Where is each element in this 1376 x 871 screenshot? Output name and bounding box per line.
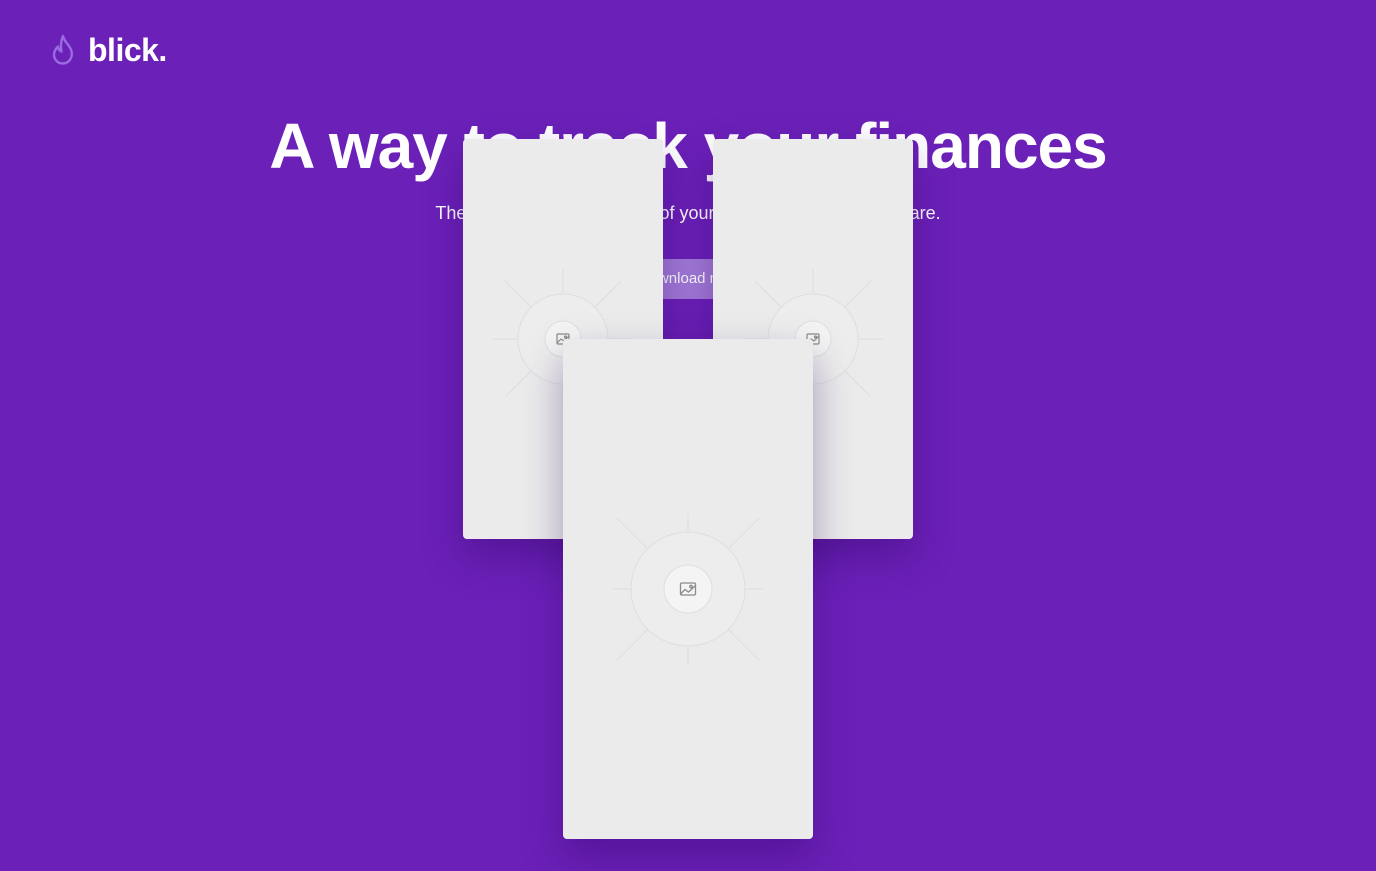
brand-logo[interactable]: blick. xyxy=(50,32,167,68)
brand-name: blick. xyxy=(88,32,167,68)
hero-subtitle: The easy way to keep track of your finan… xyxy=(435,203,941,223)
hero-title: A way to track your finances xyxy=(269,110,1107,182)
phone-mockup-center xyxy=(563,339,813,839)
flame-icon xyxy=(52,34,73,65)
image-placeholder-icon xyxy=(613,514,763,664)
landing-page: blick. A way to track your finances The … xyxy=(0,0,1376,871)
